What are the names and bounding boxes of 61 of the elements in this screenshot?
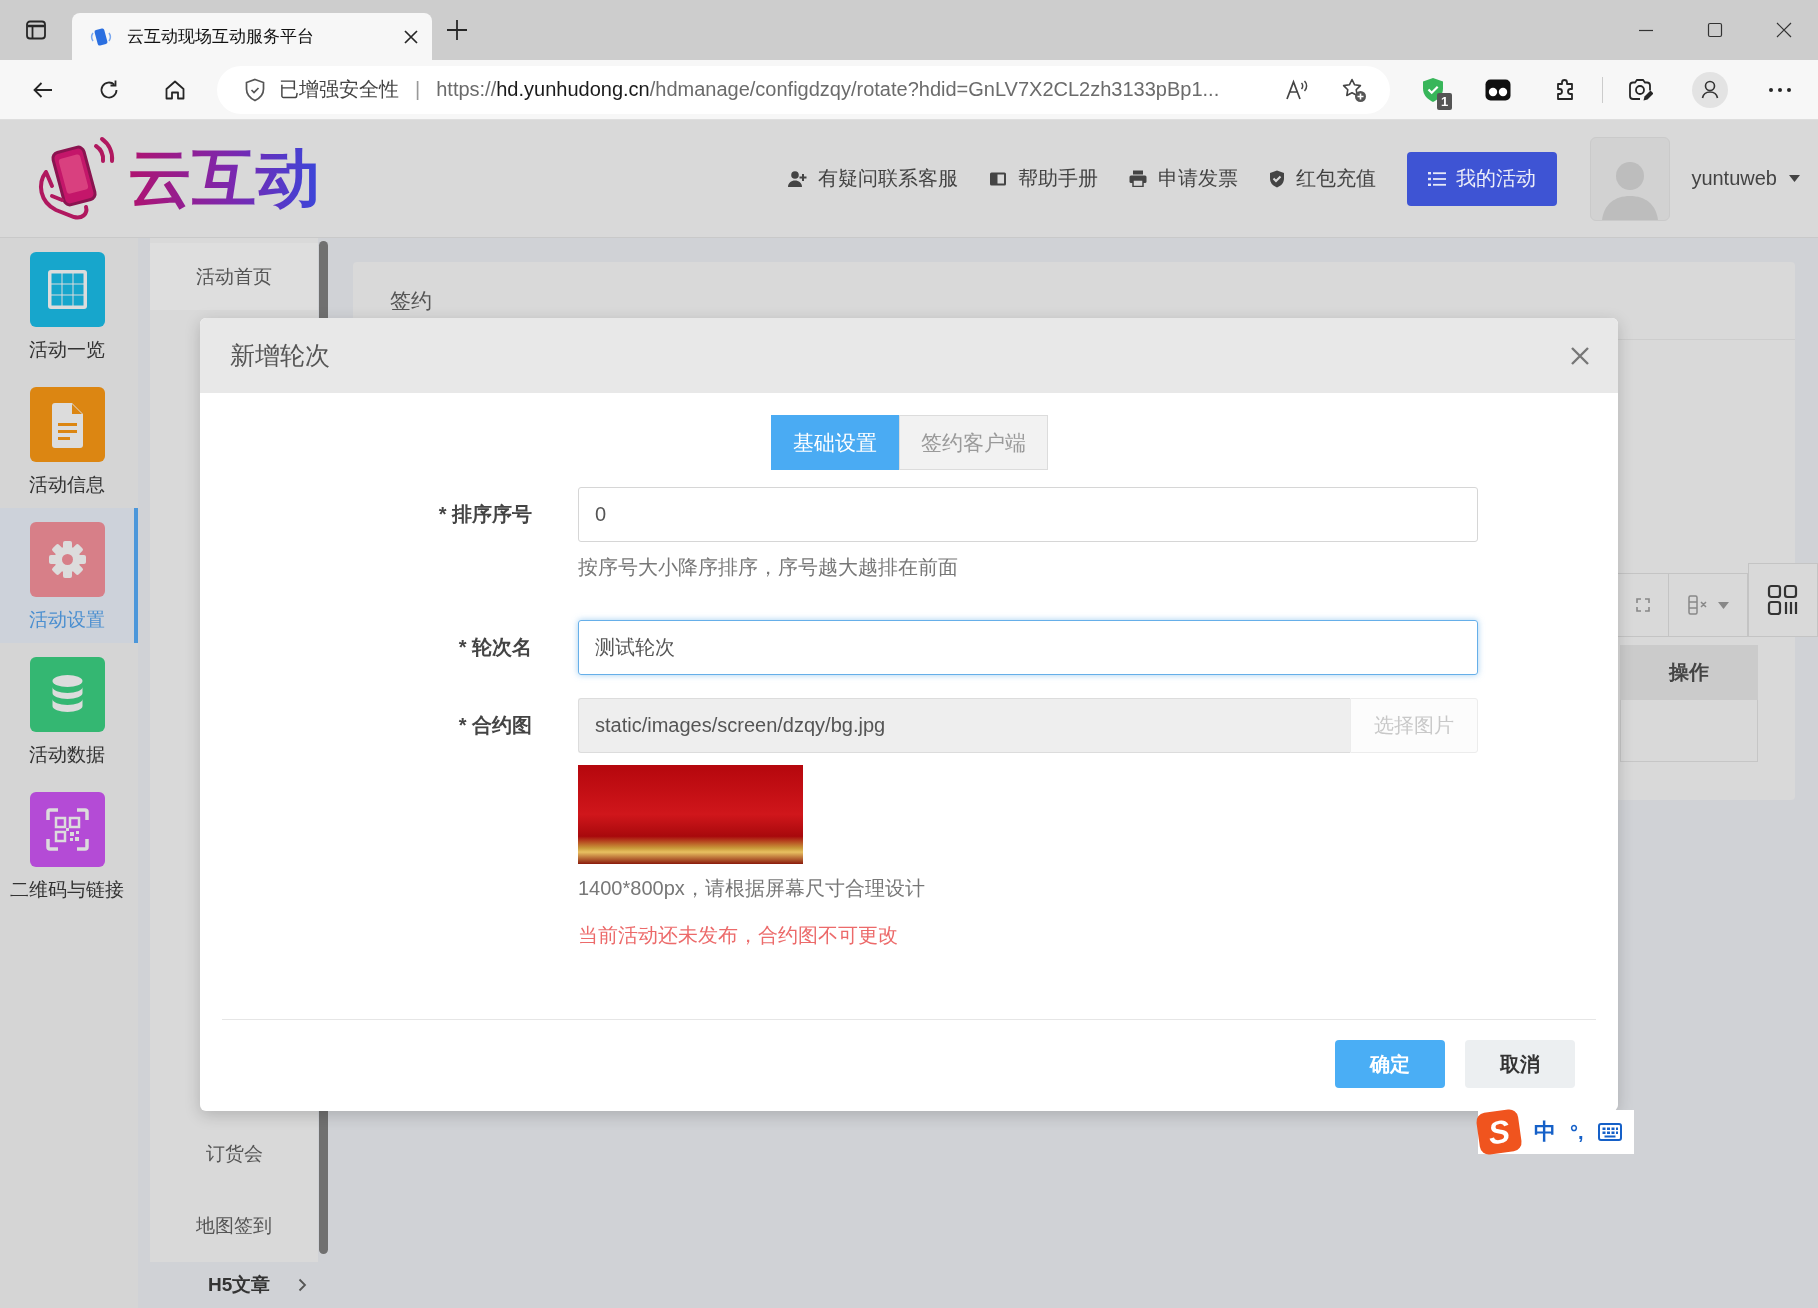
plus-icon[interactable] <box>446 19 468 41</box>
cancel-button[interactable]: 取消 <box>1465 1040 1575 1088</box>
user-menu[interactable]: yuntuweb <box>1691 167 1800 190</box>
sidebar-item[interactable]: 活动数据 <box>0 643 138 778</box>
punctuation-toggle[interactable]: °, <box>1570 1120 1584 1144</box>
recharge-link[interactable]: 红包充值 <box>1269 165 1377 192</box>
text-input[interactable]: 测试轮次 <box>578 620 1478 675</box>
sidebar-item[interactable]: 活动信息 <box>0 373 138 508</box>
star-plus-icon[interactable] <box>1341 76 1367 103</box>
support-link[interactable]: 有疑问联系客服 <box>787 165 959 192</box>
ime-mode-toggle[interactable]: 中 <box>1534 1117 1556 1147</box>
close-icon[interactable] <box>404 29 418 44</box>
close-icon[interactable] <box>1775 22 1792 38</box>
warning-text: 当前活动还未发布，合约图不可更改 <box>578 923 899 947</box>
help-text: 按序号大小降序排序，序号越大越排在前面 <box>578 555 959 579</box>
columns-icon <box>1687 595 1710 615</box>
caret-icon <box>1717 601 1729 609</box>
profile-icon[interactable] <box>1692 71 1728 108</box>
image-path-field[interactable]: static/images/screen/dzqy/bg.jpg <box>578 698 1350 753</box>
maximize-icon[interactable] <box>1706 22 1723 38</box>
divider-glyph: | <box>415 78 421 101</box>
fullscreen-icon <box>1636 598 1650 612</box>
printer-icon <box>1129 170 1148 187</box>
dialog-title: 新增轮次 <box>230 340 330 371</box>
camera-pen-icon[interactable] <box>1627 76 1653 103</box>
shield-check-icon <box>1269 169 1286 188</box>
invoice-link[interactable]: 申请发票 <box>1129 165 1239 192</box>
card-title: 签约 <box>390 287 432 314</box>
field-label: * 排序序号 <box>438 502 532 527</box>
ime-logo[interactable]: S <box>1475 1108 1523 1156</box>
subnav-group[interactable]: H5文章 <box>150 1262 328 1308</box>
address-bar[interactable]: 已增强安全性 | https://hd.yunhudong.cn/hdmanage/configdzqy/rotate?hdid=GnLV7X2CL2zh3133pBp1... <box>217 65 1390 114</box>
shield-icon <box>244 77 266 102</box>
my-activities-button[interactable]: 我的活动 <box>1407 151 1558 206</box>
book-icon <box>989 170 1008 187</box>
phone-icon <box>90 25 112 48</box>
layout-icon <box>1767 584 1799 616</box>
field-label: * 合约图 <box>458 713 532 738</box>
url-text[interactable]: https://hd.yunhudong.cn/hdmanage/configdzqy/rotate?hdid=GnLV7X2CL2zh3133pBp1... <box>436 78 1220 101</box>
text-input[interactable]: 0 <box>578 487 1478 542</box>
add-user-icon <box>787 169 808 188</box>
two-circles-icon[interactable] <box>1485 78 1511 101</box>
read-aloud-icon[interactable] <box>1284 77 1310 102</box>
sidebar-item[interactable]: 二维码与链接 <box>0 778 138 913</box>
subnav-item[interactable]: 地图签到 <box>150 1190 318 1262</box>
layout-button[interactable] <box>1748 563 1818 637</box>
sidebar-item[interactable]: 活动一览 <box>0 238 138 373</box>
browser-tab[interactable]: 云互动现场互动服务平台 <box>72 13 432 60</box>
tab-panel-icon[interactable] <box>24 18 48 42</box>
badge-count: 1 <box>1437 92 1453 110</box>
help-manual-link[interactable]: 帮助手册 <box>989 165 1099 192</box>
table-header-cell: 操作 <box>1620 645 1758 700</box>
subnav-item[interactable]: 订货会 <box>150 1118 318 1190</box>
security-label[interactable]: 已增强安全性 <box>279 76 399 103</box>
subnav-item[interactable]: 活动首页 <box>150 243 318 310</box>
more-icon[interactable] <box>1768 86 1792 93</box>
help-text: 1400*800px，请根据屏幕尺寸合理设计 <box>578 876 926 900</box>
list-icon <box>1428 170 1447 187</box>
field-label: * 轮次名 <box>458 635 532 660</box>
caret-icon <box>1789 175 1800 182</box>
keyboard-icon[interactable] <box>1597 1123 1622 1141</box>
